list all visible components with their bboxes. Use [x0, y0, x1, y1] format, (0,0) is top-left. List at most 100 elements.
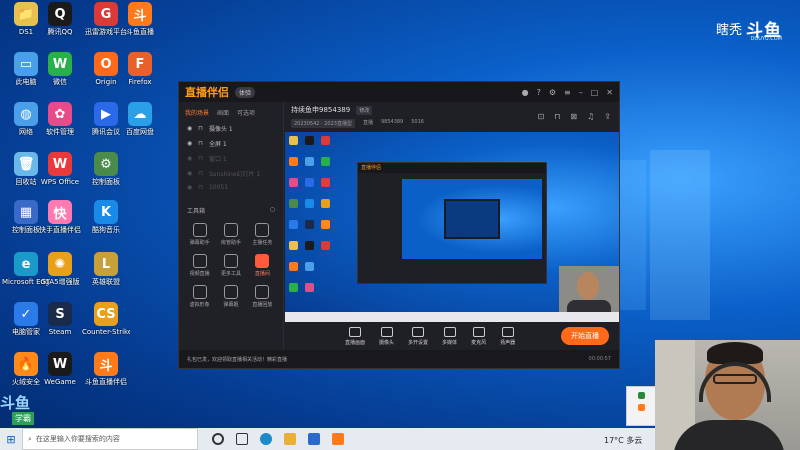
start-button[interactable]: ⊞: [0, 428, 22, 450]
start-live-button[interactable]: 开始直播: [561, 327, 609, 345]
desktop-icon[interactable]: W 微信: [36, 52, 84, 86]
toolbox-header: 工具箱 ○: [179, 194, 283, 219]
desktop-icon[interactable]: 快快手直播伴侣: [36, 200, 84, 234]
mail-icon[interactable]: [308, 433, 320, 445]
tray-app-icon[interactable]: [637, 392, 645, 399]
lock-icon[interactable]: ⊓: [198, 155, 203, 162]
desktop-icon[interactable]: ✺ GTA5增强版: [36, 252, 84, 286]
tool-button[interactable]: 虚拟形象: [185, 285, 214, 308]
weather-widget[interactable]: 17°C 多云: [604, 435, 642, 446]
search-input[interactable]: 在这里输入你要搜索的内容: [36, 434, 120, 444]
desktop-icon[interactable]: K 酷狗音乐: [82, 200, 130, 234]
tool-button[interactable]: 弹幕助手: [185, 223, 214, 246]
app-icon: ☁: [128, 102, 152, 126]
desktop-icon-label: Steam: [48, 328, 72, 336]
scene-item[interactable]: ◉ ⊓ 10051: [179, 181, 283, 194]
tool-icon: [223, 223, 238, 237]
control-label: 麦克风: [471, 339, 487, 346]
lock-icon[interactable]: ⊓: [198, 140, 203, 147]
tray-app-icon[interactable]: [637, 404, 645, 411]
task-view-icon[interactable]: [236, 433, 248, 445]
desktop-icon-label: GTA5增强版: [40, 278, 80, 286]
watermark-logo: 斗鱼: [0, 394, 31, 412]
share-icon[interactable]: ⇪: [604, 112, 611, 121]
desktop-icon-label: WPS Office: [40, 178, 80, 186]
room-edit-button[interactable]: 修改: [356, 105, 373, 115]
app-icon: ▭: [14, 52, 38, 76]
tray-overflow-popup[interactable]: [626, 386, 656, 426]
control-button[interactable]: 摄像头: [379, 326, 394, 346]
scene-item[interactable]: ◉ ⊓ 摄像头 1: [179, 121, 283, 136]
desktop-icon[interactable]: Q 腾讯QQ: [36, 2, 84, 36]
desktop-icon[interactable]: 斗斗鱼直播: [116, 2, 164, 36]
record-icon[interactable]: ⊠: [570, 112, 577, 121]
control-label: 直播画面: [345, 339, 366, 346]
desktop-icon[interactable]: CS Counter-Strike 2: [82, 302, 130, 336]
tool-button[interactable]: 更多工具: [216, 254, 245, 277]
taskbar-search[interactable]: ⌕ 在这里输入你要搜索的内容: [22, 428, 198, 450]
tool-button[interactable]: 视频直播: [185, 254, 214, 277]
watermark-tag: 学霸: [12, 412, 34, 425]
settings-icon[interactable]: ⚙: [549, 88, 556, 97]
gift-icon[interactable]: ⊡: [537, 112, 544, 121]
stream-preview[interactable]: 直播伴侣: [285, 132, 619, 322]
douyu-app-icon[interactable]: [332, 433, 344, 445]
avatar[interactable]: ●: [522, 88, 529, 97]
lock-icon[interactable]: ⊓: [198, 125, 203, 132]
control-button[interactable]: 麦克风: [471, 326, 487, 346]
control-button[interactable]: 多媒体: [442, 326, 457, 346]
preview-desktop-icon: [289, 241, 298, 250]
desktop-icon-label: 软件管理: [46, 128, 74, 136]
desktop-icon[interactable]: S Steam: [36, 302, 84, 336]
desktop-icon[interactable]: ✿ 软件管理: [36, 102, 84, 136]
sidebar-tab[interactable]: 我的场景: [185, 108, 209, 117]
control-button[interactable]: 扬声器: [500, 326, 515, 346]
streaming-app-window[interactable]: 直播伴侣 体验 ● ? ⚙ ≡ – □ ✕ 我的场景 画面 可选项 ◉ ⊓ 摄像头 1 ◉…: [178, 81, 620, 369]
desktop-icon[interactable]: F Firefox: [116, 52, 164, 86]
visibility-icon[interactable]: ◉: [187, 170, 192, 177]
close-icon[interactable]: ✕: [606, 88, 613, 97]
visibility-icon[interactable]: ◉: [187, 140, 192, 147]
sidebar-tab[interactable]: 画面: [217, 108, 229, 117]
toolbox-settings-icon[interactable]: ○: [270, 206, 275, 215]
tool-button[interactable]: 弹幕姬: [216, 285, 245, 308]
menu-icon[interactable]: ≡: [564, 88, 571, 97]
desktop-icon[interactable]: W WeGame: [36, 352, 84, 386]
cortana-icon[interactable]: [212, 433, 224, 445]
room-meta-item[interactable]: 20230542 · 2023直播型: [291, 119, 355, 128]
scene-item[interactable]: ◉ ⊓ 全屏 1: [179, 136, 283, 151]
lock-icon[interactable]: ⊓: [554, 112, 560, 121]
help-icon[interactable]: ?: [537, 88, 541, 97]
maximize-icon[interactable]: □: [591, 88, 599, 97]
desktop-icon[interactable]: W WPS Office: [36, 152, 84, 186]
version-badge[interactable]: 体验: [235, 86, 256, 98]
tool-button[interactable]: 直播回放: [248, 285, 277, 308]
scene-item[interactable]: ◉ ⊓ Sunshine幻灯片 1: [179, 166, 283, 181]
visibility-icon[interactable]: ◉: [187, 125, 192, 132]
room-title: 持续鱼申9854389: [291, 106, 351, 114]
desktop-icon[interactable]: L 英雄联盟: [82, 252, 130, 286]
scene-item[interactable]: ◉ ⊓ 窗口 1: [179, 151, 283, 166]
tool-button[interactable]: 房管助手: [216, 223, 245, 246]
sidebar-tab[interactable]: 可选项: [237, 108, 255, 117]
control-button[interactable]: 多开设置: [408, 326, 428, 346]
app-icon: ✓: [14, 302, 38, 326]
desktop-icon[interactable]: ☁ 百度网盘: [116, 102, 164, 136]
control-button[interactable]: 直播画面: [345, 326, 366, 346]
nested-app-title: 直播伴侣: [358, 163, 546, 173]
desktop-icon[interactable]: 斗斗鱼直播伴侣: [82, 352, 130, 386]
visibility-icon[interactable]: ◉: [187, 155, 192, 162]
lock-icon[interactable]: ⊓: [198, 170, 203, 177]
minimize-icon[interactable]: –: [579, 88, 583, 97]
lock-icon[interactable]: ⊓: [198, 184, 203, 191]
visibility-icon[interactable]: ◉: [187, 184, 192, 191]
file-explorer-icon[interactable]: [284, 433, 296, 445]
audio-icon[interactable]: ♫: [587, 112, 594, 121]
tool-button[interactable]: 直播间: [248, 254, 277, 277]
tool-button[interactable]: 主播任务: [248, 223, 277, 246]
preview-desktop-icon: [321, 178, 330, 187]
douyu-brand-logo: 瞎秃 斗鱼 DOUYU.COM: [716, 16, 782, 42]
desktop-icon[interactable]: ⚙ 控制面板: [82, 152, 130, 186]
edge-icon[interactable]: [260, 433, 272, 445]
tool-label: 虚拟形象: [189, 302, 210, 308]
